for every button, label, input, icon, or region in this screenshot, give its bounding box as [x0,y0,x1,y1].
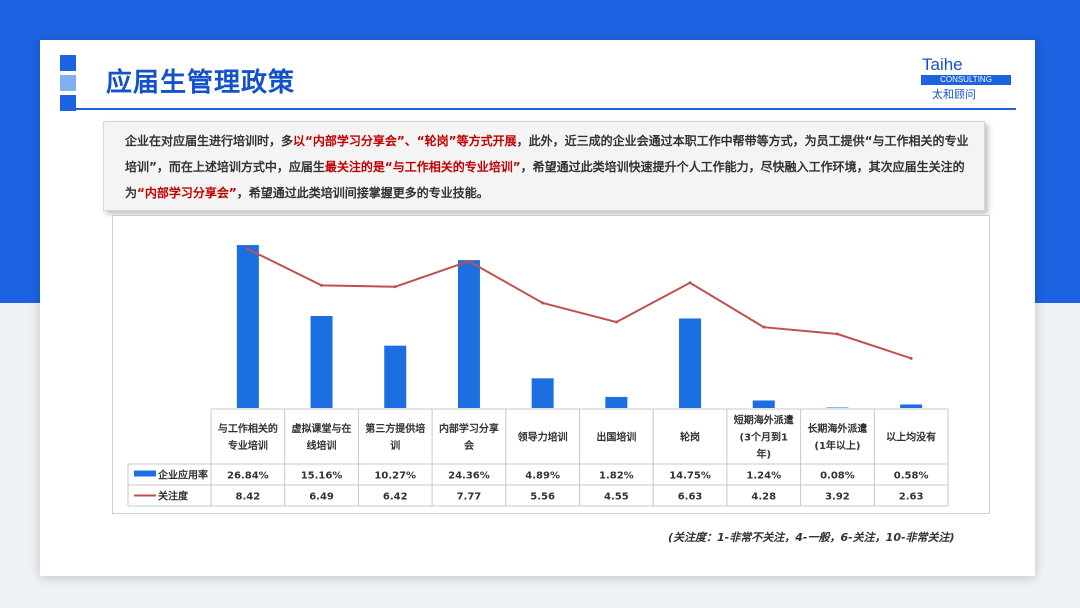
line-value-label-1: 6.49 [309,492,334,503]
line-point-9 [909,356,913,360]
line-point-7 [762,325,766,329]
line-series-attention [247,248,912,360]
bar-3 [457,260,480,408]
bar-2 [384,345,407,408]
category-label-2: 第三方提供培训 [365,422,425,452]
category-label-6: 轮岗 [680,431,700,444]
line-point-2 [393,285,397,289]
category-label-3: 内部学习分享会 [439,422,499,452]
line-point-0 [246,247,250,251]
bar-value-label-7: 1.24% [746,471,781,482]
category-label-0: 与工作相关的专业培训 [218,422,278,452]
bar-5 [605,396,628,408]
bar-value-label-3: 24.36% [448,471,490,482]
bar-7 [752,400,775,408]
line-point-4 [541,301,545,305]
line-value-label-2: 6.42 [383,492,408,503]
category-label-4: 领导力培训 [518,431,568,444]
bar-value-label-2: 10.27% [374,471,416,482]
bar-value-label-5: 1.82% [599,471,634,482]
line-point-3 [467,259,471,263]
bar-9 [900,404,923,408]
footnote: (关注度：1-非常不关注，4-一般，6-关注，10-非常关注) [668,531,955,544]
line-value-label-4: 5.56 [530,492,555,503]
category-label-8: 长期海外派遣(1年以上) [807,422,867,452]
bar-value-label-8: 0.08% [820,471,855,482]
bar-1 [310,315,333,408]
bar-value-label-4: 4.89% [525,471,560,482]
line-value-label-5: 4.55 [604,492,629,503]
category-label-7: 短期海外派遣(3个月到1 年) [734,414,794,461]
legend-label-bar: 企业应用率 [157,469,208,482]
legend-label-line: 关注度 [158,490,189,503]
line-value-label-0: 8.42 [236,492,261,503]
line-value-label-3: 7.77 [457,492,482,503]
category-label-9: 以上均没有 [886,431,936,444]
line-point-8 [835,332,839,336]
bar-value-label-1: 15.16% [301,471,343,482]
line-value-label-8: 3.92 [825,492,850,503]
line-point-6 [688,281,692,285]
bar-0 [236,245,259,408]
bar-6 [679,318,702,408]
category-label-5: 出国培训 [596,431,636,444]
training-chart: 与工作相关的专业培训虚拟课堂与在线培训第三方提供培训内部学习分享会 领导力培训 出国… [127,245,949,507]
legend-swatch-bar [134,470,156,477]
bar-value-label-0: 26.84% [227,471,269,482]
line-point-1 [320,283,324,287]
line-point-5 [614,320,618,324]
bar-value-label-9: 0.58% [894,471,929,482]
bar-4 [531,378,554,408]
line-value-label-9: 2.63 [899,492,924,503]
line-value-label-7: 4.28 [751,492,776,503]
bar-value-label-6: 14.75% [669,471,711,482]
category-label-1: 虚拟课堂与在线培训 [292,422,352,452]
line-value-label-6: 6.63 [678,492,703,503]
